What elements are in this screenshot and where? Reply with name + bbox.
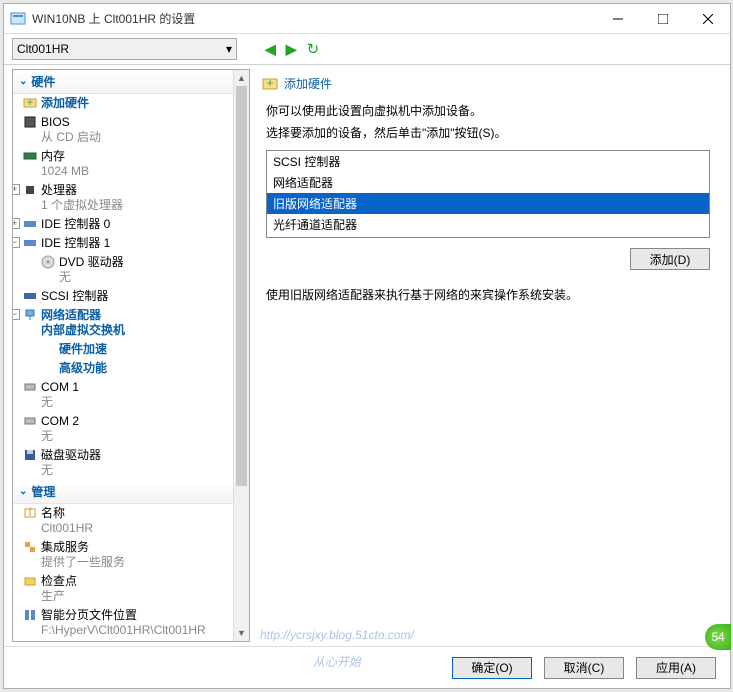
dialog-body: ⌄ 硬件 + 添加硬件 BIOS 从 CD 启动 内存 1024 MB + 处理… <box>4 64 730 646</box>
device-option[interactable]: SCSI 控制器 <box>267 151 709 172</box>
content-header: + 添加硬件 <box>254 69 722 102</box>
cpu-icon <box>23 183 37 197</box>
scroll-thumb[interactable] <box>236 86 247 486</box>
sidebar-item-scsi[interactable]: SCSI 控制器 <box>13 287 233 306</box>
sidebar-item-checkpoint[interactable]: 检查点 生产 <box>13 572 233 606</box>
vm-selector[interactable]: Clt001HR ▾ <box>12 38 237 60</box>
memory-icon <box>23 149 37 163</box>
titlebar: WIN10NB 上 Clt001HR 的设置 <box>4 4 730 34</box>
window-title: WIN10NB 上 Clt001HR 的设置 <box>32 10 595 27</box>
chip-icon <box>23 115 37 129</box>
add-button[interactable]: 添加(D) <box>630 248 710 270</box>
controller-icon <box>23 236 37 250</box>
sidebar-item-bios[interactable]: BIOS 从 CD 启动 <box>13 113 233 147</box>
refresh-icon[interactable]: ↻ <box>307 40 320 58</box>
content-pane: + 添加硬件 你可以使用此设置向虚拟机中添加设备。 选择要添加的设备，然后单击"… <box>254 69 722 642</box>
sidebar-item-name[interactable]: I 名称 Clt001HR <box>13 504 233 538</box>
content-desc1: 你可以使用此设置向虚拟机中添加设备。 <box>254 102 722 124</box>
sidebar-item-ide0[interactable]: + IDE 控制器 0 <box>13 215 233 234</box>
svg-text:+: + <box>26 96 33 109</box>
svg-text:+: + <box>266 76 273 90</box>
device-hint: 使用旧版网络适配器来执行基于网络的来宾操作系统安装。 <box>254 270 722 303</box>
device-option[interactable]: 网络适配器 <box>267 172 709 193</box>
device-option[interactable]: 光纤通道适配器 <box>267 214 709 235</box>
scroll-up-icon[interactable]: ▲ <box>234 70 249 86</box>
add-hardware-icon: + <box>262 76 278 92</box>
sidebar-item-com2[interactable]: COM 2 无 <box>13 412 233 446</box>
collapse-icon: ⌄ <box>19 76 27 87</box>
sidebar-item-nic[interactable]: − 网络适配器 内部虚拟交换机 <box>13 306 233 340</box>
sidebar-item-com1[interactable]: COM 1 无 <box>13 378 233 412</box>
network-icon <box>23 308 37 322</box>
serial-port-icon <box>23 414 37 428</box>
services-icon <box>23 540 37 554</box>
nav-prev-icon[interactable]: ◀ <box>265 41 276 58</box>
dialog-footer: 确定(O) 取消(C) 应用(A) <box>4 646 730 688</box>
section-hardware-label: 硬件 <box>31 73 55 90</box>
section-hardware[interactable]: ⌄ 硬件 <box>13 70 233 94</box>
device-option-selected[interactable]: 旧版网络适配器 <box>267 193 709 214</box>
sidebar-item-floppy[interactable]: 磁盘驱动器 无 <box>13 446 233 480</box>
collapse-icon[interactable]: − <box>13 309 20 320</box>
expand-icon[interactable]: + <box>13 218 20 229</box>
app-icon <box>10 11 26 27</box>
scsi-icon <box>23 289 37 303</box>
sidebar-item-ide1[interactable]: − IDE 控制器 1 <box>13 234 233 253</box>
floppy-icon <box>23 448 37 462</box>
sidebar-item-add-hardware[interactable]: + 添加硬件 <box>13 94 233 113</box>
section-management-label: 管理 <box>31 483 55 500</box>
sidebar-item-paging[interactable]: 智能分页文件位置 F:\HyperV\Clt001HR\Clt001HR <box>13 606 233 640</box>
badge-icon: 54 <box>705 624 731 650</box>
svg-text:I: I <box>28 506 31 519</box>
sidebar-item-advanced[interactable]: 高级功能 <box>13 359 233 378</box>
sidebar: ⌄ 硬件 + 添加硬件 BIOS 从 CD 启动 内存 1024 MB + 处理… <box>13 70 233 641</box>
collapse-icon[interactable]: − <box>13 237 20 248</box>
toolbar: Clt001HR ▾ ◀ ▶ ↻ <box>4 34 730 64</box>
sidebar-scrollbar[interactable]: ▲ ▼ <box>233 70 249 641</box>
apply-button[interactable]: 应用(A) <box>636 657 716 679</box>
disc-icon <box>41 255 55 269</box>
ok-button[interactable]: 确定(O) <box>452 657 532 679</box>
sidebar-item-cpu[interactable]: + 处理器 1 个虚拟处理器 <box>13 181 233 215</box>
scroll-down-icon[interactable]: ▼ <box>234 625 249 641</box>
settings-window: WIN10NB 上 Clt001HR 的设置 Clt001HR ▾ ◀ ▶ ↻ … <box>3 3 731 689</box>
close-button[interactable] <box>685 4 730 33</box>
serial-port-icon <box>23 380 37 394</box>
sidebar-item-integration[interactable]: 集成服务 提供了一些服务 <box>13 538 233 572</box>
sidebar-item-memory[interactable]: 内存 1024 MB <box>13 147 233 181</box>
sidebar-item-dvd[interactable]: DVD 驱动器 无 <box>13 253 233 287</box>
collapse-icon: ⌄ <box>19 486 27 497</box>
nav-next-icon[interactable]: ▶ <box>286 41 297 58</box>
sidebar-item-hw-accel[interactable]: 硬件加速 <box>13 340 233 359</box>
vm-selected-label: Clt001HR <box>17 42 69 56</box>
sidebar-item-autostart[interactable]: 自动启动操作 如果以前运行过，则重新启动 <box>13 640 233 641</box>
content-desc2: 选择要添加的设备，然后单击"添加"按钮(S)。 <box>254 124 722 146</box>
chevron-down-icon: ▾ <box>226 42 232 56</box>
name-icon: I <box>23 506 37 520</box>
maximize-button[interactable] <box>640 4 685 33</box>
paging-icon <box>23 608 37 622</box>
expand-icon[interactable]: + <box>13 184 20 195</box>
minimize-button[interactable] <box>595 4 640 33</box>
content-title: 添加硬件 <box>284 75 332 92</box>
controller-icon <box>23 217 37 231</box>
device-listbox[interactable]: SCSI 控制器 网络适配器 旧版网络适配器 光纤通道适配器 <box>266 150 710 238</box>
checkpoint-icon <box>23 574 37 588</box>
add-hardware-icon: + <box>23 96 37 110</box>
section-management[interactable]: ⌄ 管理 <box>13 480 233 504</box>
cancel-button[interactable]: 取消(C) <box>544 657 624 679</box>
